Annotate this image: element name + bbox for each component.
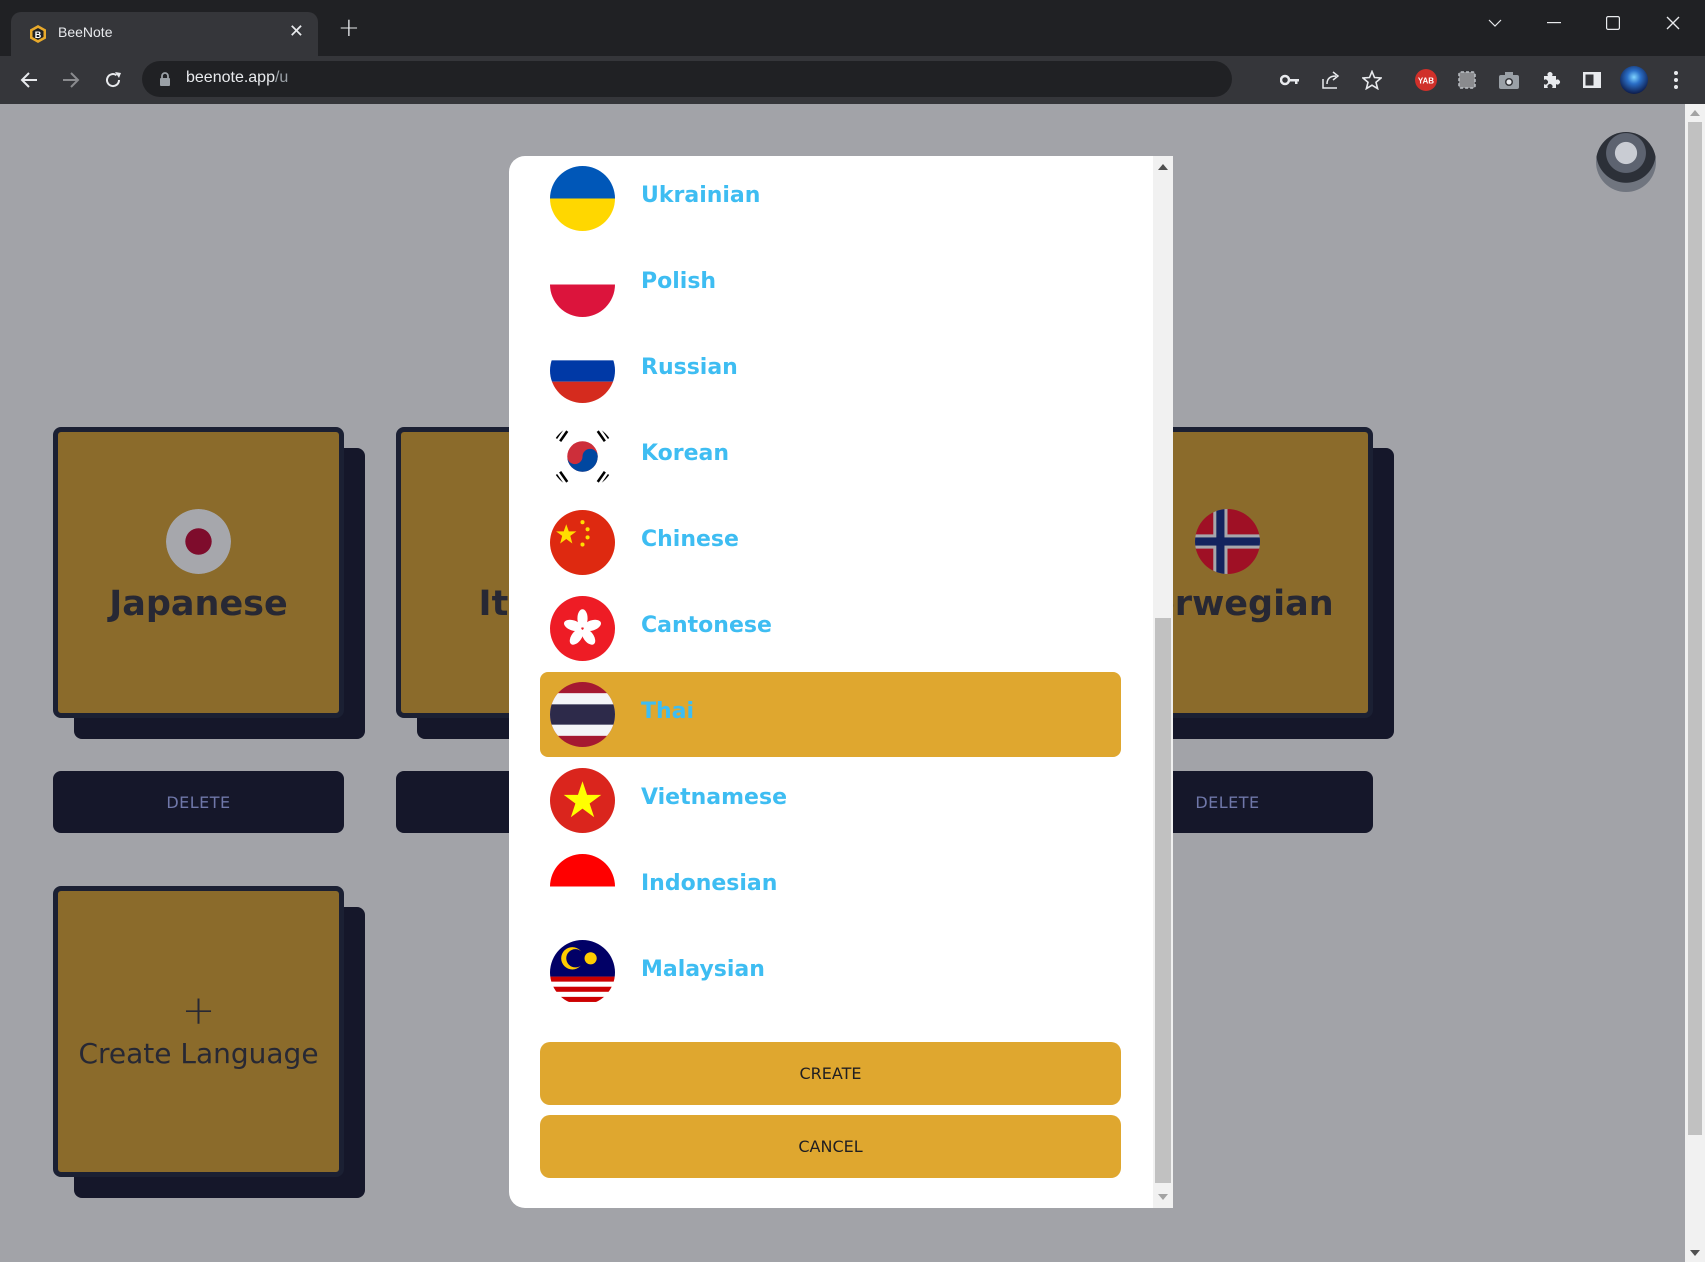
scroll-down-arrow-icon[interactable]	[1158, 1194, 1168, 1200]
yab-extension-icon[interactable]: YAB	[1414, 68, 1438, 92]
reload-icon[interactable]	[99, 66, 127, 94]
thailand-flag-icon	[550, 682, 615, 747]
svg-text:YAB: YAB	[1418, 77, 1434, 86]
language-label: Chinese	[641, 527, 739, 552]
back-arrow-icon[interactable]	[15, 66, 43, 94]
new-tab-button[interactable]: +	[338, 15, 360, 41]
bookmark-star-icon[interactable]	[1361, 69, 1383, 91]
language-option-indonesian[interactable]: Indonesian	[540, 844, 1121, 929]
page-scrollbar[interactable]	[1685, 104, 1705, 1262]
russia-flag-icon	[550, 338, 615, 403]
browser-tab[interactable]: B BeeNote ✕	[11, 12, 318, 56]
address-bar[interactable]: beenote.app/u	[142, 61, 1382, 97]
japan-flag-icon	[166, 509, 231, 574]
minimize-icon[interactable]	[1531, 8, 1577, 38]
modal-scrollbar-thumb[interactable]	[1155, 618, 1171, 1183]
malaysia-flag-icon	[550, 940, 615, 1005]
language-label: Vietnamese	[641, 785, 787, 810]
beenote-logo-icon: B	[30, 25, 46, 43]
page-scrollbar-thumb[interactable]	[1688, 122, 1702, 1135]
delete-button[interactable]: DELETE	[53, 771, 344, 833]
hong-kong-flag-icon	[550, 596, 615, 661]
ukraine-flag-icon	[550, 166, 615, 231]
language-card-japanese[interactable]: Japanese	[53, 427, 366, 740]
language-label: Thai	[641, 699, 695, 724]
extensions-puzzle-icon[interactable]	[1539, 68, 1563, 92]
screen-capture-extension-icon[interactable]	[1455, 68, 1479, 92]
lock-icon	[160, 72, 170, 86]
url-text: beenote.app/u	[186, 69, 289, 86]
language-label: Malaysian	[641, 957, 765, 982]
language-card[interactable]: Japanese	[53, 427, 344, 718]
cancel-button[interactable]: CANCEL	[540, 1115, 1121, 1178]
language-option-vietnamese[interactable]: Vietnamese	[540, 758, 1121, 843]
create-language-label: Create Language	[78, 1037, 319, 1070]
language-option-russian[interactable]: Russian	[540, 328, 1121, 413]
poland-flag-icon	[550, 252, 615, 317]
scroll-up-arrow-icon[interactable]	[1690, 110, 1700, 116]
page-content: Japanese DELETE Italian DELETE DELETE No…	[0, 104, 1705, 1262]
language-label: Korean	[641, 441, 730, 466]
side-panel-icon[interactable]	[1580, 68, 1604, 92]
language-option-malaysian[interactable]: Malaysian	[540, 930, 1121, 1015]
card-label: Japanese	[109, 584, 288, 624]
scroll-down-arrow-icon[interactable]	[1690, 1250, 1700, 1256]
indonesia-flag-icon	[550, 854, 615, 919]
language-option-cantonese[interactable]: Cantonese	[540, 586, 1121, 671]
scroll-up-arrow-icon[interactable]	[1158, 164, 1168, 170]
norway-flag-icon	[1195, 509, 1260, 574]
close-window-icon[interactable]	[1650, 8, 1696, 38]
language-option-ukrainian[interactable]: Ukrainian	[540, 156, 1121, 241]
close-tab-icon[interactable]: ✕	[289, 21, 304, 42]
camera-extension-icon[interactable]	[1497, 68, 1521, 92]
language-option-chinese[interactable]: Chinese	[540, 500, 1121, 585]
browser-toolbar: beenote.app/u YAB	[0, 56, 1705, 104]
language-option-polish[interactable]: Polish	[540, 242, 1121, 327]
browser-title-bar: B BeeNote ✕ +	[0, 0, 1705, 56]
language-label: Ukrainian	[641, 183, 761, 208]
language-label: Russian	[641, 355, 738, 380]
language-label: Cantonese	[641, 613, 772, 638]
language-option-thai[interactable]: Thai	[540, 672, 1121, 757]
maximize-icon[interactable]	[1590, 8, 1636, 38]
create-language-card[interactable]: + Create Language	[53, 886, 366, 1199]
language-label: Polish	[641, 269, 717, 294]
plus-icon: +	[181, 988, 216, 1034]
modal-scrollbar[interactable]	[1153, 156, 1173, 1208]
svg-text:B: B	[35, 30, 42, 40]
share-icon[interactable]	[1320, 69, 1342, 91]
password-key-icon[interactable]	[1279, 69, 1301, 91]
vietnam-flag-icon	[550, 768, 615, 833]
create-button[interactable]: CREATE	[540, 1042, 1121, 1105]
select-language-modal: Ukrainian Polish Russian Korean Chinese …	[509, 156, 1173, 1208]
chrome-menu-icon[interactable]	[1664, 68, 1688, 92]
forward-arrow-icon[interactable]	[57, 66, 85, 94]
user-avatar[interactable]	[1596, 132, 1656, 192]
language-label: Indonesian	[641, 871, 778, 896]
tab-title: BeeNote	[58, 24, 113, 40]
china-flag-icon	[550, 510, 615, 575]
language-option-korean[interactable]: Korean	[540, 414, 1121, 499]
tab-search-chevron-icon[interactable]	[1472, 8, 1518, 38]
profile-avatar-icon[interactable]	[1620, 66, 1648, 94]
create-language-button[interactable]: + Create Language	[53, 886, 344, 1177]
korea-flag-icon	[550, 424, 615, 489]
